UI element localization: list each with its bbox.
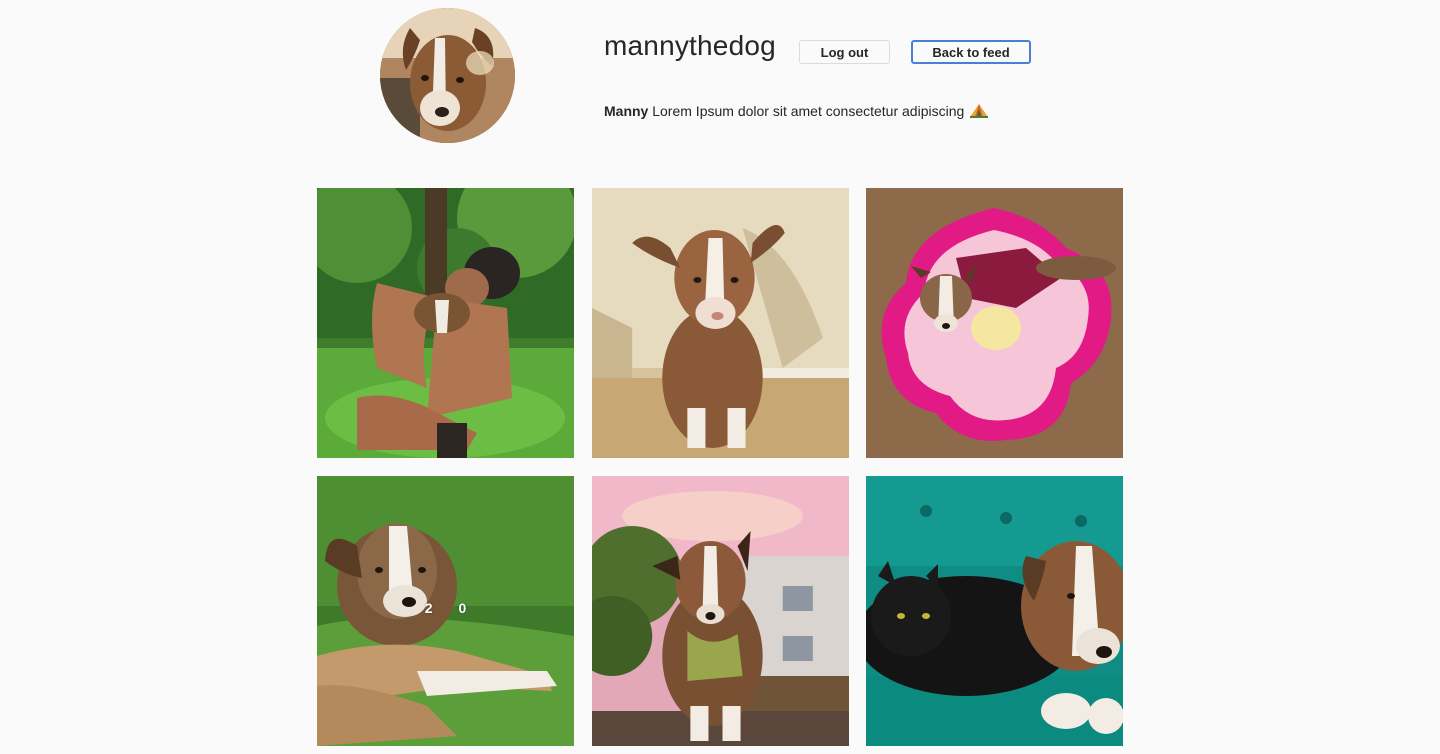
post-thumbnail[interactable]: 2 0 bbox=[317, 476, 574, 746]
avatar[interactable] bbox=[380, 8, 515, 143]
post-thumbnail[interactable] bbox=[592, 188, 849, 458]
bio-name: Manny bbox=[604, 103, 649, 119]
post-thumbnail[interactable] bbox=[866, 188, 1123, 458]
post-thumbnail[interactable] bbox=[592, 476, 849, 746]
avatar-photo bbox=[380, 8, 515, 143]
post-photo bbox=[866, 476, 1123, 746]
comments-count: 0 bbox=[458, 600, 467, 616]
profile-header: mannythedog Log out Back to feed Manny L… bbox=[380, 8, 1140, 148]
post-stats-overlay: 2 0 bbox=[317, 600, 574, 616]
post-thumbnail[interactable] bbox=[317, 188, 574, 458]
tent-emoji-icon bbox=[970, 104, 989, 118]
post-photo bbox=[592, 188, 849, 458]
post-photo bbox=[866, 188, 1123, 458]
post-photo bbox=[592, 476, 849, 746]
username: mannythedog bbox=[604, 30, 776, 61]
back-to-feed-button[interactable]: Back to feed bbox=[911, 40, 1031, 64]
post-thumbnail[interactable] bbox=[866, 476, 1123, 746]
logout-button[interactable]: Log out bbox=[799, 40, 890, 64]
profile-page: mannythedog Log out Back to feed Manny L… bbox=[0, 0, 1440, 754]
bio-text: Lorem Ipsum dolor sit amet consectetur a… bbox=[648, 103, 965, 119]
likes-count: 2 bbox=[424, 600, 433, 616]
post-photo bbox=[317, 188, 574, 458]
bio: Manny Lorem Ipsum dolor sit amet consect… bbox=[604, 103, 989, 119]
